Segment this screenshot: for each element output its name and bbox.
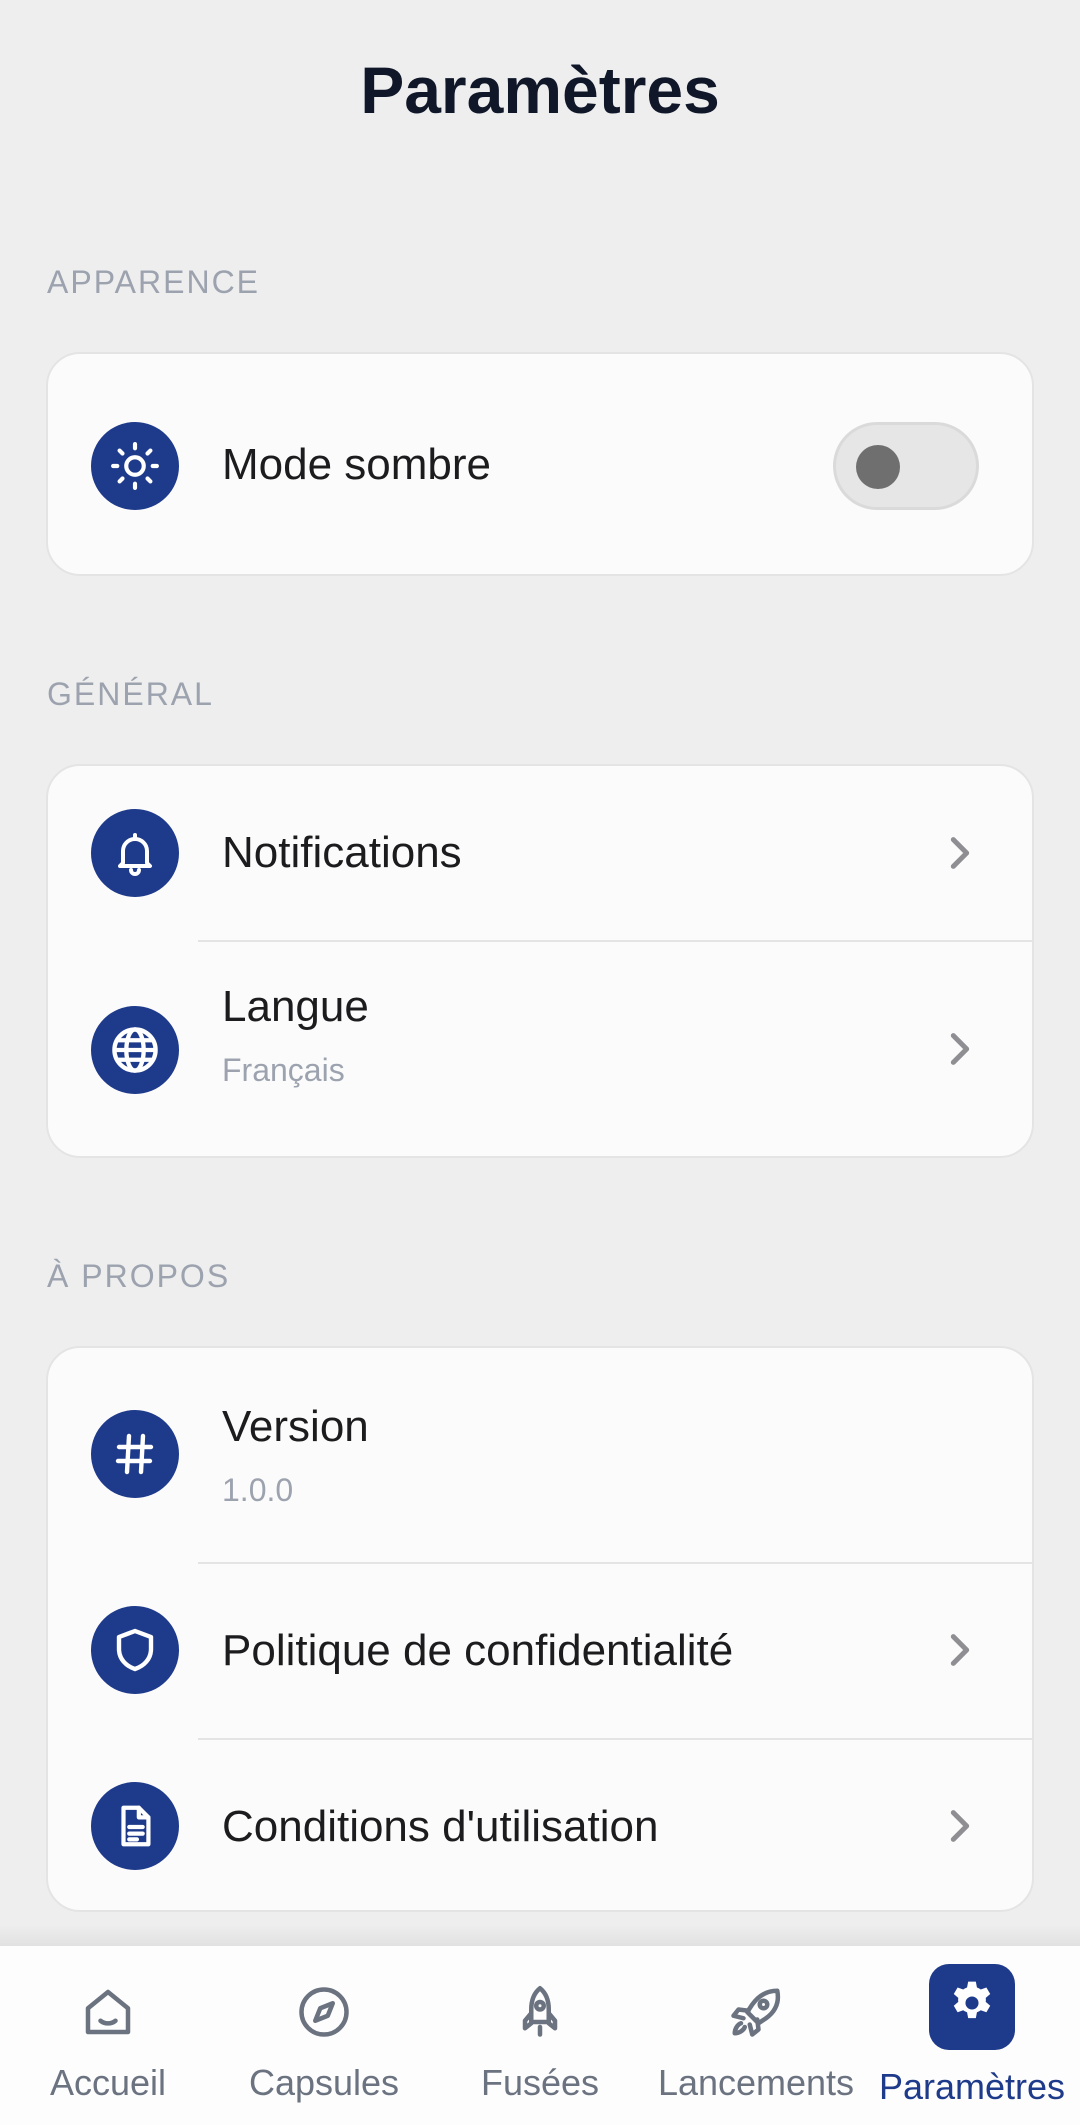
toggle-knob bbox=[856, 445, 900, 489]
tab-lancements[interactable]: Lancements bbox=[648, 1946, 864, 2125]
bell-icon bbox=[91, 809, 179, 897]
dark-mode-toggle[interactable] bbox=[833, 422, 979, 510]
tab-accueil[interactable]: Accueil bbox=[0, 1946, 216, 2125]
general-card: Notifications Langue Français bbox=[46, 764, 1034, 1158]
version-label: Version bbox=[222, 1402, 369, 1451]
version-value: 1.0.0 bbox=[222, 1472, 294, 1508]
tab-fusees[interactable]: Fusées bbox=[432, 1946, 648, 2125]
about-card: Version 1.0.0 Politique de confidentiali… bbox=[46, 1346, 1034, 1912]
chevron-right-icon bbox=[950, 1810, 970, 1842]
dark-mode-label: Mode sombre bbox=[222, 440, 492, 489]
version-row: Version 1.0.0 bbox=[48, 1348, 1032, 1562]
section-header-general: GÉNÉRAL bbox=[47, 676, 214, 712]
gear-icon bbox=[953, 1981, 991, 2019]
notifications-label: Notifications bbox=[222, 828, 462, 877]
terms-label: Conditions d'utilisation bbox=[222, 1802, 659, 1851]
tab-capsules[interactable]: Capsules bbox=[216, 1946, 432, 2125]
chevron-right-icon bbox=[950, 1634, 970, 1666]
hash-icon bbox=[91, 1410, 179, 1498]
chevron-right-icon bbox=[950, 837, 970, 869]
appearance-card: Mode sombre bbox=[46, 352, 1034, 576]
tab-label: Paramètres bbox=[878, 2066, 1066, 2107]
settings-screen: Paramètres APPARENCE Mode sombre GÉNÉRAL… bbox=[0, 0, 1080, 2125]
compass-icon bbox=[299, 1987, 349, 2037]
rocket-icon bbox=[522, 1986, 558, 2037]
terms-row[interactable]: Conditions d'utilisation bbox=[48, 1740, 1032, 1910]
tab-label: Lancements bbox=[657, 2062, 855, 2103]
document-icon bbox=[91, 1782, 179, 1870]
dark-mode-row[interactable]: Mode sombre bbox=[48, 354, 1032, 574]
globe-icon bbox=[91, 1006, 179, 1094]
tab-label: Accueil bbox=[49, 2062, 167, 2103]
tab-parametres[interactable]: Paramètres bbox=[864, 1946, 1080, 2125]
notifications-row[interactable]: Notifications bbox=[48, 766, 1032, 940]
chevron-right-icon bbox=[950, 1033, 970, 1065]
home-icon bbox=[85, 1989, 131, 2035]
launch-rocket-icon bbox=[731, 1988, 781, 2037]
privacy-row[interactable]: Politique de confidentialité bbox=[48, 1564, 1032, 1738]
tab-label: Fusées bbox=[480, 2062, 600, 2103]
bottom-tab-bar: Accueil Capsules Fusées Lancements Param… bbox=[0, 1946, 1080, 2125]
tabbar-shadow bbox=[0, 1925, 1080, 1947]
sun-icon bbox=[91, 422, 179, 510]
language-label: Langue bbox=[222, 982, 369, 1031]
language-value: Français bbox=[222, 1052, 345, 1088]
page-title: Paramètres bbox=[360, 53, 720, 127]
tab-label: Capsules bbox=[248, 2062, 400, 2103]
section-header-appearance: APPARENCE bbox=[47, 264, 261, 300]
language-row[interactable]: Langue Français bbox=[48, 942, 1032, 1156]
privacy-label: Politique de confidentialité bbox=[222, 1626, 734, 1675]
section-header-about: À PROPOS bbox=[47, 1258, 231, 1294]
shield-icon bbox=[91, 1606, 179, 1694]
